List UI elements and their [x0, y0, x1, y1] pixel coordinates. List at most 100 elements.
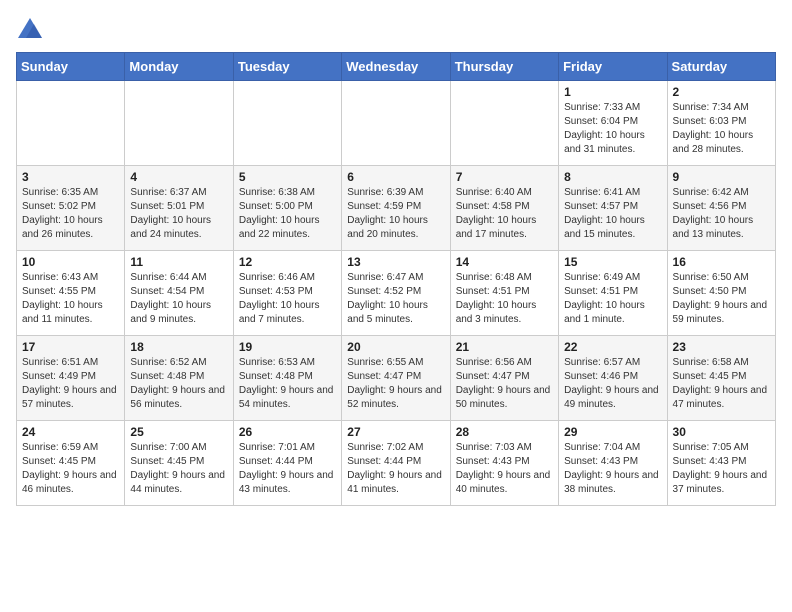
- day-info: Sunrise: 6:35 AM Sunset: 5:02 PM Dayligh…: [22, 186, 119, 242]
- header-day-thursday: Thursday: [450, 53, 558, 81]
- day-number: 30: [673, 425, 770, 439]
- calendar-week-row: 1Sunrise: 7:33 AM Sunset: 6:04 PM Daylig…: [17, 81, 776, 166]
- day-number: 9: [673, 170, 770, 184]
- day-info: Sunrise: 6:41 AM Sunset: 4:57 PM Dayligh…: [564, 186, 661, 242]
- calendar-cell: 20 Sunrise: 6:55 AM Sunset: 4:47 PM Dayli…: [342, 336, 450, 421]
- calendar-cell: [233, 81, 341, 166]
- header-day-tuesday: Tuesday: [233, 53, 341, 81]
- calendar-cell: 7 Sunrise: 6:40 AM Sunset: 4:58 PM Daylig…: [450, 166, 558, 251]
- day-info: Sunrise: 6:56 AM Sunset: 4:47 PM Dayligh…: [456, 356, 553, 412]
- day-info: Sunrise: 6:39 AM Sunset: 4:59 PM Dayligh…: [347, 186, 444, 242]
- day-info: Sunrise: 7:04 AM Sunset: 4:43 PM Dayligh…: [564, 441, 661, 497]
- calendar-cell: 15 Sunrise: 6:49 AM Sunset: 4:51 PM Dayli…: [559, 251, 667, 336]
- day-info: Sunrise: 6:57 AM Sunset: 4:46 PM Dayligh…: [564, 356, 661, 412]
- day-info: Sunrise: 6:46 AM Sunset: 4:53 PM Dayligh…: [239, 271, 336, 327]
- calendar-cell: [342, 81, 450, 166]
- day-number: 8: [564, 170, 661, 184]
- calendar-cell: 19 Sunrise: 6:53 AM Sunset: 4:48 PM Dayli…: [233, 336, 341, 421]
- day-info: Sunrise: 7:01 AM Sunset: 4:44 PM Dayligh…: [239, 441, 336, 497]
- calendar-cell: 2 Sunrise: 7:34 AM Sunset: 6:03 PM Daylig…: [667, 81, 775, 166]
- day-number: 15: [564, 255, 661, 269]
- calendar-cell: 5Sunrise: 6:38 AM Sunset: 5:00 PM Daylig…: [233, 166, 341, 251]
- calendar-cell: 6 Sunrise: 6:39 AM Sunset: 4:59 PM Daylig…: [342, 166, 450, 251]
- calendar-cell: 3 Sunrise: 6:35 AM Sunset: 5:02 PM Daylig…: [17, 166, 125, 251]
- day-info: Sunrise: 7:34 AM Sunset: 6:03 PM Dayligh…: [673, 101, 770, 157]
- day-info: Sunrise: 6:40 AM Sunset: 4:58 PM Dayligh…: [456, 186, 553, 242]
- day-number: 4: [130, 170, 227, 184]
- day-info: Sunrise: 6:42 AM Sunset: 4:56 PM Dayligh…: [673, 186, 770, 242]
- day-number: 18: [130, 340, 227, 354]
- day-number: 29: [564, 425, 661, 439]
- day-info: Sunrise: 6:53 AM Sunset: 4:48 PM Dayligh…: [239, 356, 336, 412]
- day-number: 10: [22, 255, 119, 269]
- day-info: Sunrise: 6:48 AM Sunset: 4:51 PM Dayligh…: [456, 271, 553, 327]
- day-info: Sunrise: 6:43 AM Sunset: 4:55 PM Dayligh…: [22, 271, 119, 327]
- day-number: 16: [673, 255, 770, 269]
- day-info: Sunrise: 7:02 AM Sunset: 4:44 PM Dayligh…: [347, 441, 444, 497]
- day-number: 1: [564, 85, 661, 99]
- calendar-cell: 14 Sunrise: 6:48 AM Sunset: 4:51 PM Dayli…: [450, 251, 558, 336]
- day-info: Sunrise: 6:49 AM Sunset: 4:51 PM Dayligh…: [564, 271, 661, 327]
- header: [16, 16, 776, 44]
- calendar-week-row: 10 Sunrise: 6:43 AM Sunset: 4:55 PM Dayli…: [17, 251, 776, 336]
- day-number: 2: [673, 85, 770, 99]
- calendar-cell: 21Sunrise: 6:56 AM Sunset: 4:47 PM Dayli…: [450, 336, 558, 421]
- day-info: Sunrise: 6:52 AM Sunset: 4:48 PM Dayligh…: [130, 356, 227, 412]
- day-info: Sunrise: 6:59 AM Sunset: 4:45 PM Dayligh…: [22, 441, 119, 497]
- calendar-week-row: 17Sunrise: 6:51 AM Sunset: 4:49 PM Dayli…: [17, 336, 776, 421]
- calendar-cell: [17, 81, 125, 166]
- calendar-week-row: 3 Sunrise: 6:35 AM Sunset: 5:02 PM Daylig…: [17, 166, 776, 251]
- day-number: 27: [347, 425, 444, 439]
- calendar-cell: 27 Sunrise: 7:02 AM Sunset: 4:44 PM Dayli…: [342, 421, 450, 506]
- calendar-cell: 26 Sunrise: 7:01 AM Sunset: 4:44 PM Dayli…: [233, 421, 341, 506]
- calendar-cell: [450, 81, 558, 166]
- calendar-cell: 13 Sunrise: 6:47 AM Sunset: 4:52 PM Dayli…: [342, 251, 450, 336]
- calendar-cell: 30Sunrise: 7:05 AM Sunset: 4:43 PM Dayli…: [667, 421, 775, 506]
- day-number: 13: [347, 255, 444, 269]
- day-number: 26: [239, 425, 336, 439]
- calendar-cell: 29 Sunrise: 7:04 AM Sunset: 4:43 PM Dayli…: [559, 421, 667, 506]
- day-info: Sunrise: 6:44 AM Sunset: 4:54 PM Dayligh…: [130, 271, 227, 327]
- header-day-sunday: Sunday: [17, 53, 125, 81]
- calendar-cell: 22 Sunrise: 6:57 AM Sunset: 4:46 PM Dayli…: [559, 336, 667, 421]
- day-number: 20: [347, 340, 444, 354]
- day-number: 25: [130, 425, 227, 439]
- header-day-saturday: Saturday: [667, 53, 775, 81]
- day-number: 11: [130, 255, 227, 269]
- calendar-cell: 25 Sunrise: 7:00 AM Sunset: 4:45 PM Dayli…: [125, 421, 233, 506]
- day-number: 6: [347, 170, 444, 184]
- calendar-table: SundayMondayTuesdayWednesdayThursdayFrid…: [16, 52, 776, 506]
- day-number: 14: [456, 255, 553, 269]
- day-number: 28: [456, 425, 553, 439]
- day-number: 5: [239, 170, 336, 184]
- calendar-cell: [125, 81, 233, 166]
- calendar-cell: 12 Sunrise: 6:46 AM Sunset: 4:53 PM Dayli…: [233, 251, 341, 336]
- calendar-cell: 1Sunrise: 7:33 AM Sunset: 6:04 PM Daylig…: [559, 81, 667, 166]
- day-number: 3: [22, 170, 119, 184]
- logo: [16, 16, 48, 44]
- day-info: Sunrise: 7:00 AM Sunset: 4:45 PM Dayligh…: [130, 441, 227, 497]
- day-number: 23: [673, 340, 770, 354]
- day-info: Sunrise: 6:50 AM Sunset: 4:50 PM Dayligh…: [673, 271, 770, 327]
- calendar-cell: 28Sunrise: 7:03 AM Sunset: 4:43 PM Dayli…: [450, 421, 558, 506]
- day-number: 19: [239, 340, 336, 354]
- header-day-friday: Friday: [559, 53, 667, 81]
- day-number: 22: [564, 340, 661, 354]
- day-info: Sunrise: 6:37 AM Sunset: 5:01 PM Dayligh…: [130, 186, 227, 242]
- day-info: Sunrise: 6:55 AM Sunset: 4:47 PM Dayligh…: [347, 356, 444, 412]
- day-number: 12: [239, 255, 336, 269]
- calendar-week-row: 24Sunrise: 6:59 AM Sunset: 4:45 PM Dayli…: [17, 421, 776, 506]
- header-day-monday: Monday: [125, 53, 233, 81]
- header-day-wednesday: Wednesday: [342, 53, 450, 81]
- calendar-cell: 11 Sunrise: 6:44 AM Sunset: 4:54 PM Dayli…: [125, 251, 233, 336]
- calendar-cell: 17Sunrise: 6:51 AM Sunset: 4:49 PM Dayli…: [17, 336, 125, 421]
- day-number: 7: [456, 170, 553, 184]
- calendar-cell: 24Sunrise: 6:59 AM Sunset: 4:45 PM Dayli…: [17, 421, 125, 506]
- day-info: Sunrise: 6:47 AM Sunset: 4:52 PM Dayligh…: [347, 271, 444, 327]
- calendar-cell: 16 Sunrise: 6:50 AM Sunset: 4:50 PM Dayli…: [667, 251, 775, 336]
- day-info: Sunrise: 6:58 AM Sunset: 4:45 PM Dayligh…: [673, 356, 770, 412]
- calendar-cell: 4 Sunrise: 6:37 AM Sunset: 5:01 PM Daylig…: [125, 166, 233, 251]
- day-info: Sunrise: 6:51 AM Sunset: 4:49 PM Dayligh…: [22, 356, 119, 412]
- calendar-cell: 9 Sunrise: 6:42 AM Sunset: 4:56 PM Daylig…: [667, 166, 775, 251]
- calendar-cell: 10 Sunrise: 6:43 AM Sunset: 4:55 PM Dayli…: [17, 251, 125, 336]
